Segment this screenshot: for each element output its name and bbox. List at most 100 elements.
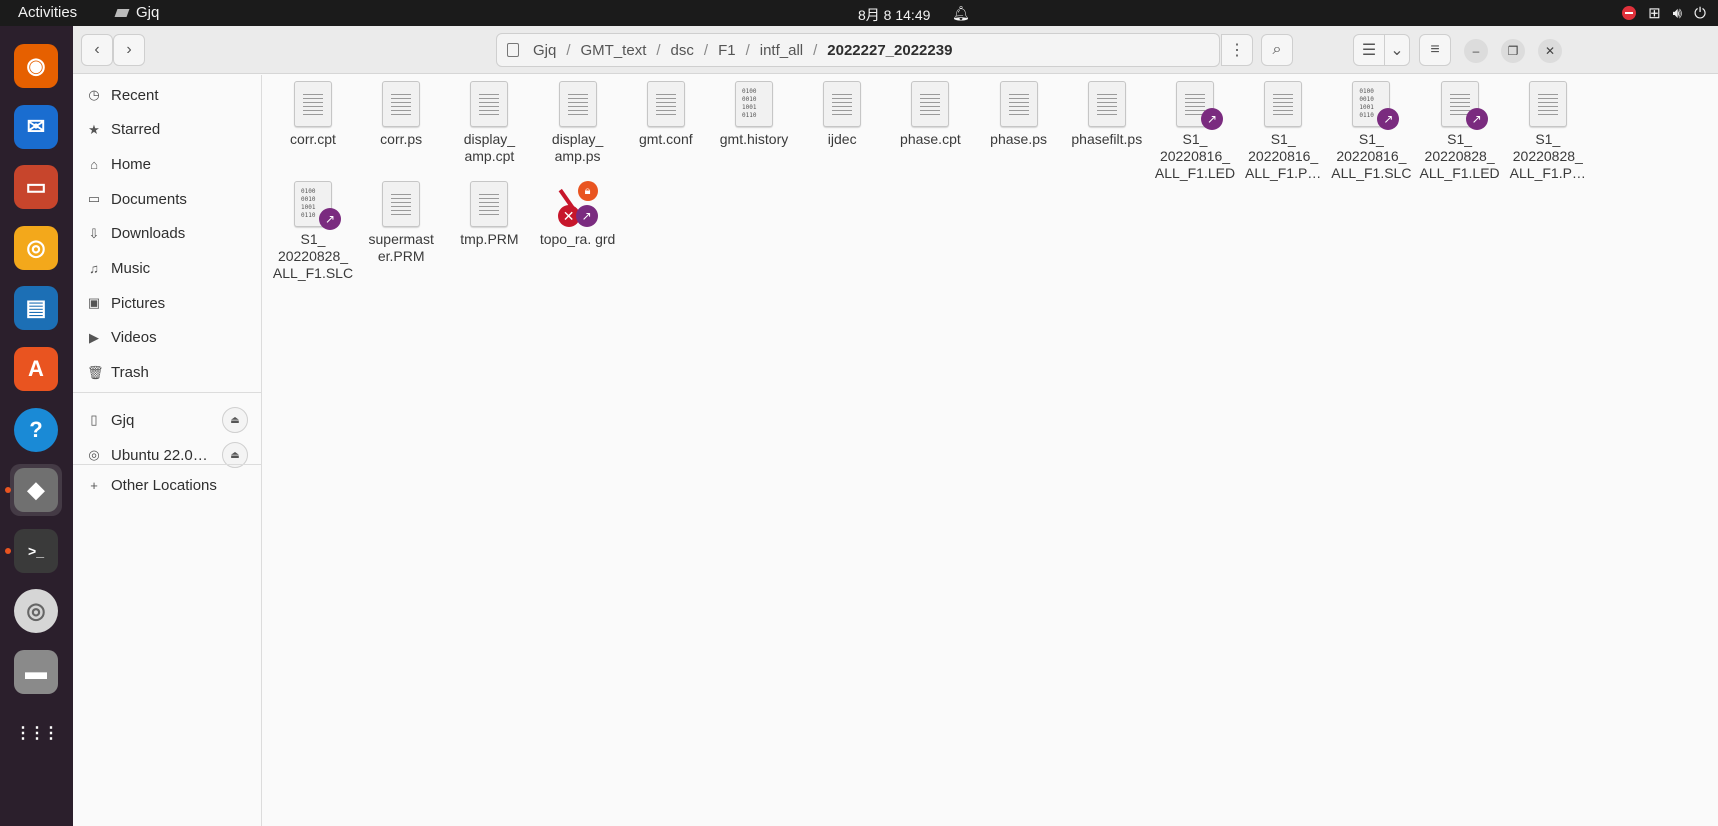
path-segment[interactable]: intf_all: [750, 42, 813, 59]
sidebar-item-device[interactable]: ▯ Gjq ⏏: [73, 402, 262, 438]
bell-icon[interactable]: 🔔︎: [952, 5, 970, 22]
file-item[interactable]: display_ amp.ps: [530, 81, 626, 165]
dock-item-help[interactable]: ?: [10, 404, 62, 456]
file-item[interactable]: S1_ 20220816_ ALL_F1.P…: [1235, 81, 1331, 182]
file-item[interactable]: S1_ 20220828_ ALL_F1.P…: [1500, 81, 1596, 182]
sidebar-item-pictures[interactable]: ▣ Pictures: [73, 285, 262, 321]
top-bar: Activities Gjq 8月 8 14:49 🔔︎ ⊞ 🔊︎ ⏻: [0, 0, 1718, 26]
dock-item-drive[interactable]: ◆: [10, 464, 62, 517]
file-item[interactable]: ↗ S1_ 20220816_ ALL_F1.LED: [1147, 81, 1243, 182]
binary-pattern: 0100 0010 1001 0110: [301, 188, 316, 219]
file-item[interactable]: supermast er.PRM: [353, 181, 449, 265]
home-icon: ⌂: [90, 156, 98, 172]
file-item[interactable]: phase.ps: [971, 81, 1067, 148]
file-item[interactable]: tmp.PRM: [441, 181, 537, 248]
path-menu-button[interactable]: ⋮: [1221, 34, 1253, 66]
binary-pattern: 0100 0010 1001 0110: [1359, 88, 1374, 119]
search-button[interactable]: ⌕: [1261, 34, 1293, 66]
path-current[interactable]: 2022227_2022239: [817, 42, 962, 59]
list-view-button[interactable]: ☰: [1353, 34, 1385, 66]
dock-item-rhythmbox[interactable]: ◎: [10, 222, 62, 274]
file-view[interactable]: corr.cpt corr.ps display_ amp.cpt display_ …: [263, 75, 1718, 826]
dock-item-show-apps[interactable]: ⋮⋮⋮: [10, 707, 62, 759]
help-icon: ?: [14, 407, 58, 452]
file-item[interactable]: corr.cpt: [265, 81, 361, 148]
path-segment[interactable]: Gjq: [523, 42, 566, 59]
sidebar-item-music[interactable]: ♫ Music: [73, 251, 262, 287]
do-not-disturb-icon[interactable]: [1622, 6, 1637, 20]
dock-item-libreoffice-writer[interactable]: ▤: [10, 282, 62, 334]
sidebar-item-home[interactable]: ⌂ Home: [73, 146, 262, 182]
sidebar: ◷ Recent ★ Starred ⌂ Home ▭ Documents ⇩ Downloads…: [73, 75, 262, 826]
app-menu[interactable]: Gjq: [114, 4, 159, 21]
path-segment[interactable]: GMT_text: [571, 42, 657, 59]
file-item[interactable]: ↗ S1_ 20220828_ ALL_F1.LED: [1412, 81, 1508, 182]
text-file-icon: [823, 81, 862, 127]
path-segment[interactable]: F1: [708, 42, 746, 59]
file-name: corr.cpt: [290, 131, 336, 147]
activities-button[interactable]: Activities: [18, 4, 77, 21]
volume-icon[interactable]: 🔊︎: [1673, 5, 1682, 22]
file-item[interactable]: 0100 0010 1001 0110 ↗ S1_ 20220828_ ALL_F1.SL…: [265, 181, 361, 282]
dock-item-files[interactable]: ▭: [10, 161, 62, 213]
dock-item-firefox[interactable]: ◉: [10, 40, 62, 92]
dock-item-removable-drive[interactable]: ▬: [10, 646, 62, 698]
sidebar-item-other-locations[interactable]: + Other Locations: [73, 467, 262, 503]
dock-item-thunderbird[interactable]: ✉: [10, 101, 62, 153]
text-file-icon: [470, 81, 509, 127]
maximize-button[interactable]: ❐: [1501, 39, 1525, 63]
file-item[interactable]: 🔒︎ ✕ ↗ topo_ra. grd: [530, 181, 626, 248]
path-segment[interactable]: dsc: [661, 42, 704, 59]
file-item[interactable]: 0100 0010 1001 0110 ↗ S1_ 20220816_ ALL_F1.SL…: [1323, 81, 1419, 182]
file-name: gmt.conf: [638, 131, 693, 147]
libreoffice-writer-icon: ▤: [14, 286, 58, 331]
picture-icon: ▣: [87, 295, 101, 311]
file-item[interactable]: phasefilt.ps: [1059, 81, 1155, 148]
symlink-icon: ↗: [1465, 108, 1488, 130]
clock-icon: ◷: [88, 87, 100, 102]
sidebar-item-recent[interactable]: ◷ Recent: [73, 77, 262, 113]
eject-button[interactable]: ⏏: [222, 407, 248, 433]
file-item[interactable]: ijdec: [794, 81, 890, 148]
text-lines: [391, 194, 412, 218]
forward-button[interactable]: ›: [113, 34, 145, 66]
dock-item-cd-drive[interactable]: ◎: [10, 585, 62, 637]
file-name: phase.cpt: [900, 131, 961, 147]
text-file-icon: [558, 81, 597, 127]
sidebar-item-videos[interactable]: ▶ Videos: [73, 320, 262, 356]
back-button[interactable]: ‹: [81, 34, 113, 66]
file-item[interactable]: display_ amp.cpt: [441, 81, 537, 165]
system-tray[interactable]: ⊞ 🔊︎ ⏻: [1622, 4, 1706, 22]
text-lines: [1273, 94, 1294, 118]
document-icon: ▭: [87, 191, 101, 207]
file-item[interactable]: gmt.conf: [618, 81, 714, 148]
close-button[interactable]: ✕: [1538, 39, 1562, 63]
file-item[interactable]: 0100 0010 1001 0110 gmt.history: [706, 81, 802, 148]
file-item[interactable]: phase.cpt: [882, 81, 978, 148]
chevron-left-icon: ‹: [94, 41, 100, 58]
power-icon[interactable]: ⏻: [1694, 5, 1706, 22]
sidebar-item-downloads[interactable]: ⇩ Downloads: [73, 216, 262, 252]
trash-icon: 🗑︎: [87, 364, 104, 380]
sidebar-item-label: Videos: [111, 329, 157, 347]
file-item[interactable]: corr.ps: [353, 81, 449, 148]
show-apps-icon: ⋮⋮⋮: [15, 724, 59, 742]
music-note-icon: ♫: [89, 261, 99, 276]
clock[interactable]: 8月 8 14:49: [858, 5, 930, 25]
plus-icon: +: [90, 477, 98, 493]
view-options-button[interactable]: ⌄: [1384, 34, 1410, 66]
network-icon[interactable]: ⊞: [1648, 4, 1661, 22]
dock-item-terminal[interactable]: >_: [10, 525, 62, 577]
dock-item-app-center[interactable]: A: [10, 343, 62, 395]
sidebar-item-starred[interactable]: ★ Starred: [73, 112, 262, 148]
sidebar-item-documents[interactable]: ▭ Documents: [73, 181, 262, 217]
file-name: S1_ 20220828_ ALL_F1.LED: [1419, 131, 1500, 181]
file-name: display_ amp.cpt: [463, 131, 516, 164]
sidebar-item-label: Other Locations: [111, 476, 217, 494]
main-menu-button[interactable]: ≡: [1419, 34, 1451, 66]
text-lines: [391, 94, 412, 118]
sidebar-item-trash[interactable]: 🗑︎ Trash: [73, 355, 262, 391]
file-name: phasefilt.ps: [1071, 131, 1143, 147]
minimize-button[interactable]: –: [1464, 39, 1488, 63]
sidebar-item-label: Recent: [111, 86, 159, 104]
